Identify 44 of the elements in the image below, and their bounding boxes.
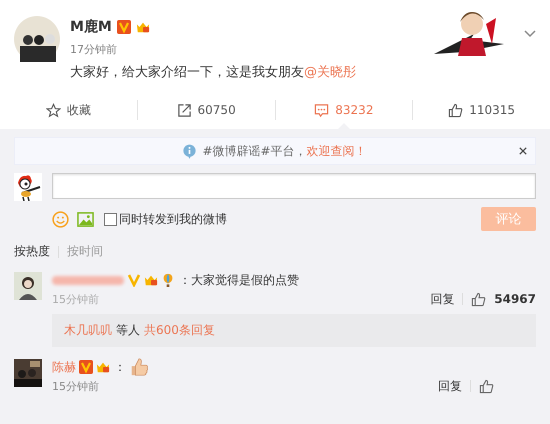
comment-time: 15分钟前 [52, 292, 99, 306]
action-button[interactable]: 110315 [413, 91, 550, 129]
comment-text: ：大家觉得是假的点赞 [179, 272, 299, 288]
commenter-name[interactable]: 陈赫 [52, 358, 76, 376]
reply-author-link[interactable]: 木几叽叽 [64, 322, 112, 339]
author-name[interactable]: M鹿M [70, 18, 112, 36]
post-time[interactable]: 17分钟前 [70, 42, 424, 57]
action-button[interactable]: 60750 [138, 91, 274, 129]
notice-link[interactable]: 欢迎查阅！ [306, 144, 367, 158]
crown-icon [144, 273, 158, 287]
verified-icon [79, 360, 93, 374]
verified-icon [116, 20, 131, 34]
chevron-down-icon[interactable] [524, 30, 536, 38]
sort-tab[interactable]: 按热度 [14, 243, 50, 260]
share-icon [176, 102, 192, 118]
post-text: 大家好，给大家介绍一下，这是我女朋友@关晓彤 [70, 64, 357, 81]
crown-icon [136, 20, 150, 34]
verified-icon [127, 273, 141, 287]
reply-text: 等人 [116, 322, 140, 339]
comment-icon [314, 102, 330, 118]
sort-tab[interactable]: 按时间 [67, 243, 103, 260]
notice-text: #微博辟谣#平台，欢迎查阅！ [202, 142, 367, 160]
comment-time: 15分钟前 [52, 378, 99, 394]
close-icon[interactable] [519, 147, 527, 155]
thumbs-up-icon [448, 102, 464, 118]
action-button[interactable]: 收藏 [0, 91, 137, 129]
mention-link[interactable]: @关晓彤 [304, 65, 356, 80]
like-count: 54967 [494, 292, 536, 306]
reply-link[interactable]: 回复 [438, 378, 462, 394]
reply-link[interactable]: 回复 [430, 290, 454, 308]
star-icon [46, 102, 61, 118]
comment-input-field[interactable] [52, 173, 536, 199]
thumbs-up-icon[interactable] [471, 292, 486, 306]
reply-count-link[interactable]: 共600条回复 [144, 322, 215, 339]
thumbs-up-icon[interactable] [479, 378, 494, 394]
comment-text: ： [114, 358, 126, 376]
crown-icon [96, 360, 110, 374]
info-icon [183, 144, 196, 158]
action-button[interactable]: 83232 [276, 91, 412, 129]
balloon-icon [161, 273, 175, 287]
repost-checkbox[interactable] [104, 212, 117, 226]
repost-label[interactable]: 同时转发到我的微博 [119, 210, 227, 228]
thumbs-up-emoji-icon [129, 357, 149, 377]
mascot-avatar-icon [14, 173, 42, 201]
